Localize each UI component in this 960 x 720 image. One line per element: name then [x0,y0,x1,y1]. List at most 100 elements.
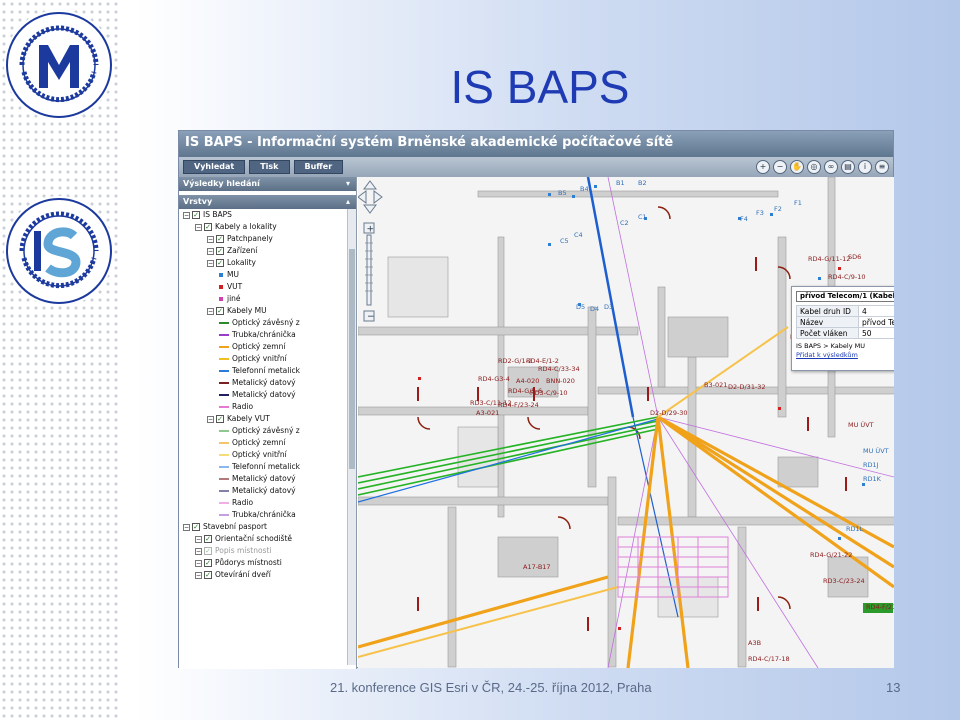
map-feature-label: B3-021 [704,381,728,389]
expand-toggle-icon[interactable]: − [207,415,214,423]
expand-toggle-icon[interactable]: − [195,571,202,579]
map-feature-label: A3B [748,639,762,647]
layer-checkbox[interactable]: ✓ [192,523,200,531]
layer-tree-item[interactable]: VUT [179,281,356,293]
scrollbar-thumb[interactable] [349,249,355,469]
layer-label: VUT [227,282,243,291]
layer-tree-item[interactable]: Telefonní metalick [179,365,356,377]
legend-line-swatch [219,382,229,384]
expand-toggle-icon[interactable]: − [183,211,190,219]
layer-tree-item[interactable]: − ✓ Kabely VUT [179,413,356,425]
map-feature-label: C1 [638,213,647,221]
add-to-results-link[interactable]: Přidat k výsledkům [796,351,858,359]
layer-tree-item[interactable]: Optický závěsný z [179,425,356,437]
layer-checkbox[interactable]: ✓ [192,211,200,219]
results-panel-header[interactable]: Výsledky hledání ▾ [179,177,356,191]
layer-tree-item[interactable]: Optický zemní [179,437,356,449]
map-feature-label: RD1K [863,475,881,483]
expand-toggle-icon[interactable]: − [195,559,202,567]
layer-tree-item[interactable]: MU [179,269,356,281]
expand-toggle-icon[interactable]: − [207,307,214,315]
layer-checkbox[interactable]: ✓ [216,235,224,243]
search-button[interactable]: Vyhledat [183,160,246,174]
print-icon[interactable]: ▤ [841,160,855,174]
layer-label: Trubka/chránička [232,510,296,519]
layer-tree-item[interactable]: − ✓ IS BAPS [179,209,356,221]
layer-checkbox[interactable]: ✓ [204,571,212,579]
expand-toggle-icon[interactable]: − [207,247,214,255]
map-feature-label: F3 [756,209,764,217]
layers-icon[interactable]: ≡ [875,160,889,174]
zoom-in-icon[interactable]: + [756,160,770,174]
layer-checkbox[interactable]: ✓ [204,547,212,555]
map-feature-label: D3 [604,303,614,311]
layer-tree-item[interactable]: − ✓ Kabely MU [179,305,356,317]
popup-feature-select[interactable]: přívod Telecom/1 (Kabely MU) [796,290,894,302]
expand-toggle-icon[interactable]: − [183,523,190,531]
layer-tree-item[interactable]: jiné [179,293,356,305]
chevron-up-icon[interactable]: ▴ [346,197,350,206]
binoculars-icon[interactable]: ∞ [824,160,838,174]
layer-checkbox[interactable]: ✓ [204,535,212,543]
layer-tree-item[interactable]: Trubka/chránička [179,329,356,341]
info-icon[interactable]: i [858,160,872,174]
logo-strip [0,0,120,720]
layer-label: Metalický datový [232,390,296,399]
layer-tree-item[interactable]: − ✓ Otevírání dveří [179,569,356,581]
map-feature-label: D4 [590,305,600,313]
layer-tree-item[interactable]: Trubka/chránička [179,509,356,521]
layers-panel-header[interactable]: Vrstvy ▴ [179,195,356,209]
layer-tree-item[interactable]: Optický vnitřní [179,449,356,461]
map-tools: + − ✋ ◎ ∞ ▤ i ≡ [756,160,893,174]
layer-tree-item[interactable]: Telefonní metalick [179,461,356,473]
layer-checkbox[interactable]: ✓ [216,307,224,315]
map-view[interactable]: + − B5 B4 B1 B2 C2 C1 C5 C4 F4 F3 F2 F1 D5 D4 D3 RD4-G/… [358,177,894,668]
pan-hand-icon[interactable]: ✋ [790,160,804,174]
legend-line-swatch [219,406,229,408]
layer-tree-item[interactable]: Metalický datový [179,389,356,401]
layer-tree-item[interactable]: Radio [179,497,356,509]
layer-tree-item[interactable]: − ✓ Orientační schodiště [179,533,356,545]
layer-label: Kabely VUT [227,414,270,423]
layer-tree: − ✓ IS BAPS − ✓ Kabely a lokality − ✓ Patchpanel… [179,209,356,581]
sidebar-scrollbar[interactable] [347,209,356,665]
slide-page-number: 13 [886,680,901,695]
expand-toggle-icon[interactable]: − [207,259,214,267]
layer-tree-item[interactable]: − ✓ Lokality [179,257,356,269]
map-feature-label: D5 [576,303,586,311]
layer-checkbox[interactable]: ✓ [216,415,224,423]
layer-checkbox[interactable]: ✓ [216,259,224,267]
layer-tree-item[interactable]: Metalický datový [179,377,356,389]
layer-checkbox[interactable]: ✓ [216,247,224,255]
chevron-down-icon[interactable]: ▾ [346,179,350,188]
legend-line-swatch [219,334,229,336]
globe-icon[interactable]: ◎ [807,160,821,174]
map-feature-label: B1 [616,179,625,187]
layer-tree-item[interactable]: Optický vnitřní [179,353,356,365]
layer-tree-item[interactable]: Radio [179,401,356,413]
expand-toggle-icon[interactable]: − [207,235,214,243]
expand-toggle-icon[interactable]: − [195,223,202,231]
print-button[interactable]: Tisk [249,160,290,174]
legend-line-swatch [219,358,229,360]
legend-line-swatch [219,346,229,348]
table-row: Kabel druh ID 4 [796,305,894,317]
layer-tree-item[interactable]: Metalický datový [179,473,356,485]
layer-tree-item[interactable]: − ✓ Kabely a lokality [179,221,356,233]
zoom-out-icon[interactable]: − [773,160,787,174]
expand-toggle-icon[interactable]: − [195,535,202,543]
map-feature-label: B4 [580,185,589,193]
layer-tree-item[interactable]: Optický zemní [179,341,356,353]
layer-checkbox[interactable]: ✓ [204,559,212,567]
layer-checkbox[interactable]: ✓ [204,223,212,231]
layer-tree-item[interactable]: − ✓ Půdorys místnosti [179,557,356,569]
layer-tree-item[interactable]: − ✓ Popis místnosti [179,545,356,557]
buffer-button[interactable]: Buffer [293,160,344,174]
layer-tree-item[interactable]: − ✓ Zařízení [179,245,356,257]
layer-label: Půdorys místnosti [215,558,282,567]
layer-tree-item[interactable]: − ✓ Stavební pasport [179,521,356,533]
layer-tree-item[interactable]: − ✓ Patchpanely [179,233,356,245]
expand-toggle-icon[interactable]: − [195,547,202,555]
layer-tree-item[interactable]: Metalický datový [179,485,356,497]
layer-tree-item[interactable]: Optický závěsný z [179,317,356,329]
